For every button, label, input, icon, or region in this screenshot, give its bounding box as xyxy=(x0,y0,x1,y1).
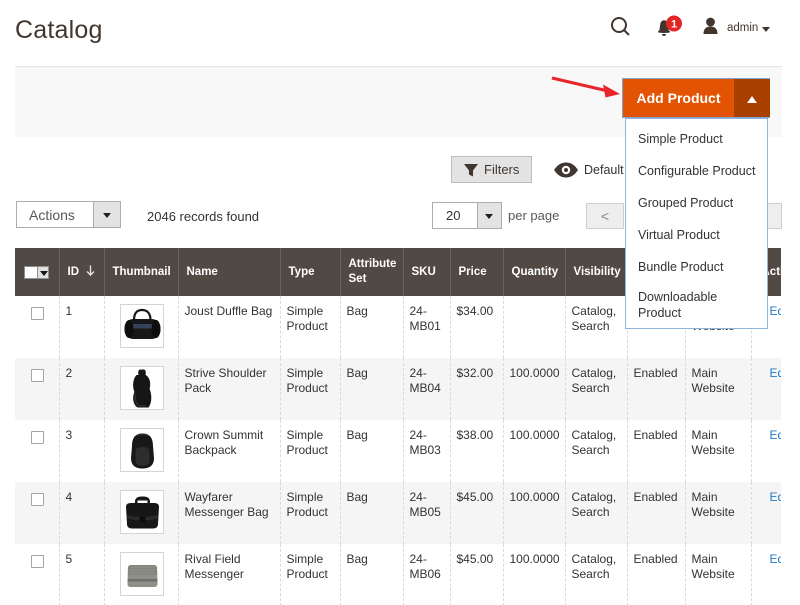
svg-text:admin: admin xyxy=(727,22,758,34)
svg-text:1: 1 xyxy=(671,19,677,31)
